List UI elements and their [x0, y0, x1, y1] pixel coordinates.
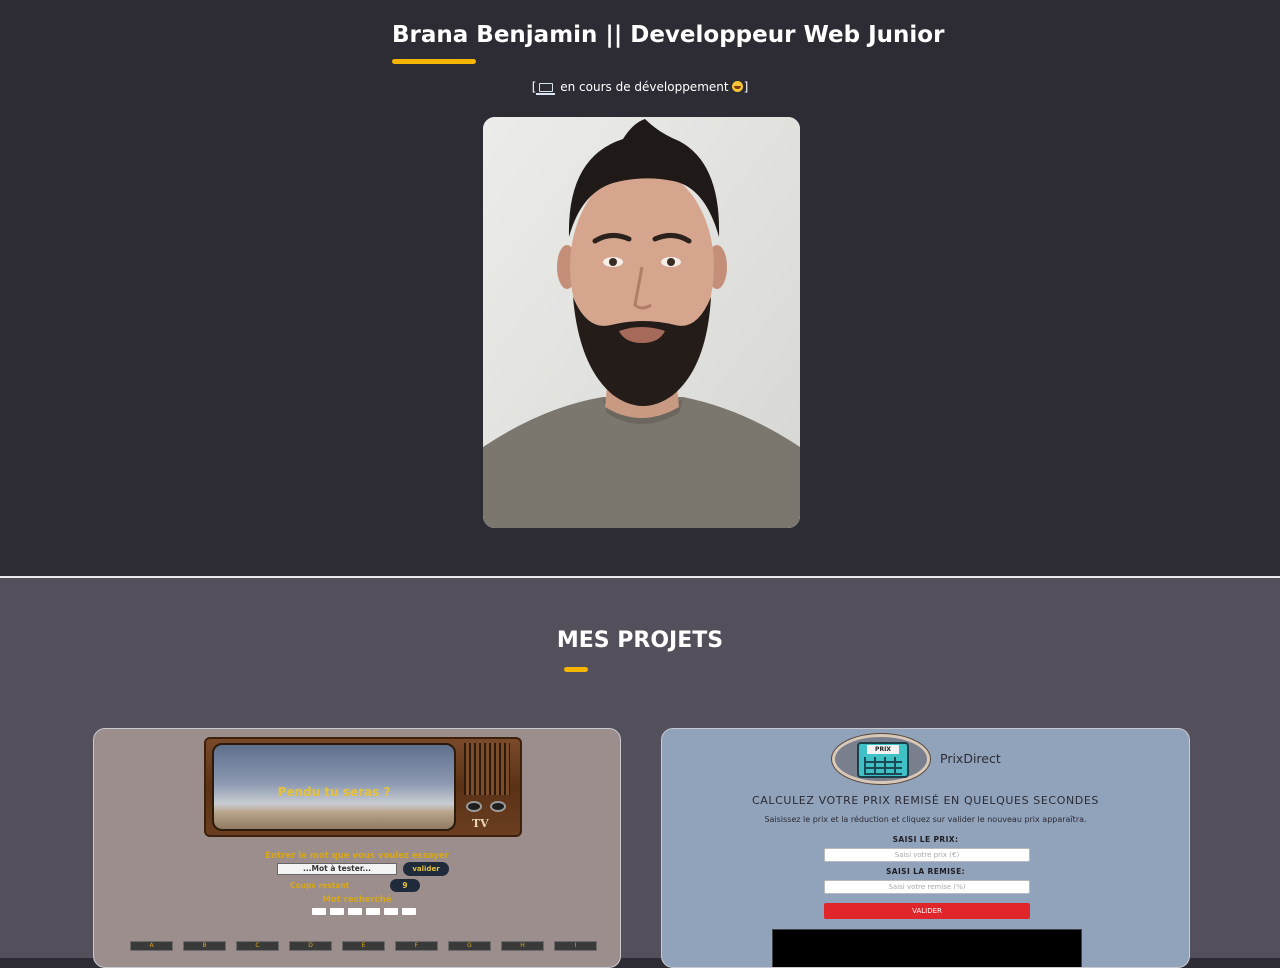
letter-slot [312, 908, 326, 915]
pendu-letter-slots [312, 908, 416, 915]
grinning-face-icon [731, 81, 743, 92]
status-line: [ en cours de développement] [0, 80, 1280, 95]
price-input[interactable]: Saisi votre prix (€) [824, 848, 1030, 862]
key-button[interactable]: H [501, 941, 544, 951]
pendu-valider-button[interactable]: valider [403, 862, 449, 876]
tv-logo: TV [472, 817, 489, 830]
letter-slot [384, 908, 398, 915]
prix-headline: CALCULEZ VOTRE PRIX REMISÉ EN QUELQUES S… [752, 794, 1099, 807]
discount-label: SAISI LA REMISE: [885, 867, 966, 876]
key-button[interactable]: A [130, 941, 173, 951]
key-button[interactable]: B [183, 941, 226, 951]
status-bracket-close: ] [743, 80, 749, 94]
tv-frame: Pendu tu seras ? TV [204, 737, 522, 837]
prix-valider-button[interactable]: VALIDER [824, 903, 1030, 919]
hero-section: Brana Benjamin || Developpeur Web Junior… [0, 0, 1280, 576]
letter-slot [348, 908, 362, 915]
calculator-icon: PRIX [857, 742, 909, 778]
profile-photo [483, 117, 800, 528]
price-label: SAISI LE PRIX: [892, 835, 959, 844]
letter-slot [330, 908, 344, 915]
prix-result-panel [772, 929, 1082, 967]
pendu-word-input[interactable]: ...Mot à tester... [277, 863, 397, 875]
page-title: Brana Benjamin || Developpeur Web Junior [392, 22, 945, 48]
laptop-icon [536, 83, 556, 95]
status-text: en cours de développement [560, 80, 729, 94]
tv-speaker-grille [464, 743, 510, 795]
pendu-screen-title: Pendu tu seras ? [277, 785, 391, 799]
key-button[interactable]: F [395, 941, 438, 951]
key-button[interactable]: G [448, 941, 491, 951]
key-button[interactable]: D [289, 941, 332, 951]
pendu-prompt: Entrer le mot que vous voulez essayer [265, 851, 449, 861]
pendu-mot-label: Mot recherché [322, 895, 392, 905]
tv-knob-icon [490, 801, 506, 812]
key-button[interactable]: E [342, 941, 385, 951]
projects-underline [564, 667, 588, 672]
tv-knob-icon [466, 801, 482, 812]
prix-logo-label: PRIX [867, 745, 899, 754]
calculator-keys [864, 757, 902, 775]
key-button[interactable]: C [236, 941, 279, 951]
tv-screen: Pendu tu seras ? [212, 743, 456, 831]
tv-control-panel: TV [460, 743, 514, 831]
prixdirect-logo: PRIX [832, 734, 930, 784]
prix-subtitle: Saisissez le prix et la réduction et cli… [764, 815, 1087, 824]
status-bracket-open: [ [531, 80, 537, 94]
key-button[interactable]: I [554, 941, 597, 951]
letter-slot [366, 908, 380, 915]
pendu-keyboard: A B C D E F G H I [130, 941, 597, 951]
prixdirect-brand: PrixDirect [940, 751, 1001, 766]
projects-title: MES PROJETS [556, 628, 724, 653]
pendu-coups-value: 9 [390, 879, 420, 892]
discount-input[interactable]: Saisi votre remise (%) [824, 880, 1030, 894]
project-card-prixdirect[interactable]: PRIX PrixDirect CALCULEZ VOTRE PRIX REMI… [661, 728, 1190, 968]
profile-photo-illustration [483, 117, 800, 528]
pendu-coups-label: Coups restant [290, 881, 350, 890]
title-underline [392, 59, 476, 64]
project-card-pendu[interactable]: Pendu tu seras ? TV Entrer le mot que vo… [93, 728, 621, 968]
projects-section: MES PROJETS Pendu tu seras ? TV Entrer l… [0, 578, 1280, 968]
letter-slot [402, 908, 416, 915]
